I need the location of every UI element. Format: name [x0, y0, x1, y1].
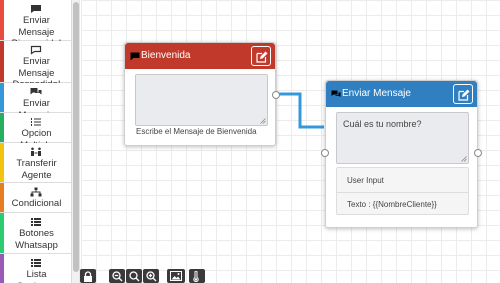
edit-button[interactable] — [251, 46, 271, 66]
scrollbar-thumb[interactable] — [73, 2, 79, 272]
sidebar-scrollbar[interactable] — [72, 0, 80, 283]
sidebar-item-label: Condicional — [11, 198, 62, 209]
sidebar: Enviar Mensaje Bienvenida! Enviar Mensaj… — [0, 0, 72, 283]
stripe — [0, 254, 4, 283]
sidebar-item-condicional[interactable]: Condicional — [0, 183, 71, 213]
texto-variable-label: Texto : {{NombreCliente}} — [347, 200, 437, 209]
sidebar-item-lista-opciones[interactable]: Lista Opciones — [0, 254, 71, 283]
comment-icon — [30, 5, 41, 13]
sidebar-item-enviar-mensaje-bienvenida[interactable]: Enviar Mensaje Bienvenida! — [0, 0, 71, 49]
node-header[interactable]: Enviar Mensaje — [326, 81, 477, 107]
comments-icon — [30, 88, 41, 95]
image-icon — [170, 271, 182, 281]
stripe — [0, 83, 4, 112]
zoom-in-icon — [146, 271, 157, 282]
user-input-label: User Input — [347, 176, 384, 185]
lock-button[interactable] — [80, 269, 96, 283]
input-port[interactable] — [321, 149, 329, 157]
list-icon — [30, 218, 41, 226]
sidebar-item-label: Botones Whatsapp — [15, 228, 58, 251]
zoom-in-button[interactable] — [143, 269, 159, 283]
node-header[interactable]: Bienvenida — [125, 43, 275, 69]
edit-icon — [256, 51, 268, 63]
zoom-out-button[interactable] — [109, 269, 125, 283]
comments-icon — [331, 90, 341, 97]
thermometer-button[interactable] — [189, 269, 205, 283]
stripe — [0, 41, 4, 82]
zoom-reset-button[interactable] — [126, 269, 142, 283]
resize-grip-icon[interactable] — [461, 156, 467, 162]
sidebar-item-label: Lista Opciones — [16, 269, 56, 283]
message-textarea[interactable]: Cuál es tu nombre? — [336, 112, 469, 164]
stripe — [0, 183, 4, 212]
node-caption: Escribe el Mensaje de Bienvenida — [136, 127, 257, 136]
user-input-divider — [337, 192, 468, 193]
node-title: Enviar Mensaje — [342, 88, 411, 99]
lock-icon — [84, 271, 92, 282]
user-input-box: User Input Texto : {{NombreCliente}} — [336, 167, 469, 215]
node-bienvenida[interactable]: Bienvenida Escribe el Mensaje de Bienven… — [124, 42, 280, 146]
stripe — [0, 143, 4, 182]
zoom-reset-icon — [129, 271, 140, 282]
output-port[interactable] — [272, 91, 280, 99]
sidebar-item-label: Transferir Agente — [16, 158, 57, 181]
sidebar-item-enviar-mensaje-despedida[interactable]: Enviar Mensaje Despedida! — [0, 41, 71, 90]
edit-icon — [458, 89, 470, 101]
comment-icon — [130, 52, 140, 61]
sidebar-item-enviar-mensaje[interactable]: Enviar Mensaje — [0, 83, 71, 121]
zoom-out-icon — [112, 271, 123, 282]
node-title: Bienvenida — [141, 50, 191, 61]
textarea-value: Cuál es tu nombre? — [343, 119, 422, 129]
stripe — [0, 213, 4, 253]
flow-canvas[interactable]: Bienvenida Escribe el Mensaje de Bienven… — [81, 0, 500, 283]
stripe — [0, 113, 4, 142]
output-port[interactable] — [474, 149, 482, 157]
resize-grip-icon[interactable] — [260, 118, 266, 124]
stripe — [0, 0, 4, 40]
sidebar-item-transferir-agente[interactable]: Transferir Agente — [0, 143, 71, 183]
node-enviar-mensaje[interactable]: Enviar Mensaje Cuál es tu nombre? User I… — [321, 80, 482, 228]
sidebar-item-botones-whatsapp[interactable]: Botones Whatsapp — [0, 213, 71, 254]
comment-outline-icon — [30, 45, 41, 55]
image-export-button[interactable] — [167, 269, 185, 283]
sitemap-icon — [30, 187, 41, 197]
thermometer-icon — [193, 271, 199, 282]
welcome-message-textarea[interactable] — [135, 74, 268, 126]
people-arrows-icon — [30, 147, 41, 156]
sidebar-item-opcion-multiple[interactable]: Opcion Multiple — [0, 113, 71, 151]
edit-button[interactable] — [453, 84, 473, 104]
list-icon — [30, 259, 41, 267]
list-ol-icon — [30, 118, 41, 126]
